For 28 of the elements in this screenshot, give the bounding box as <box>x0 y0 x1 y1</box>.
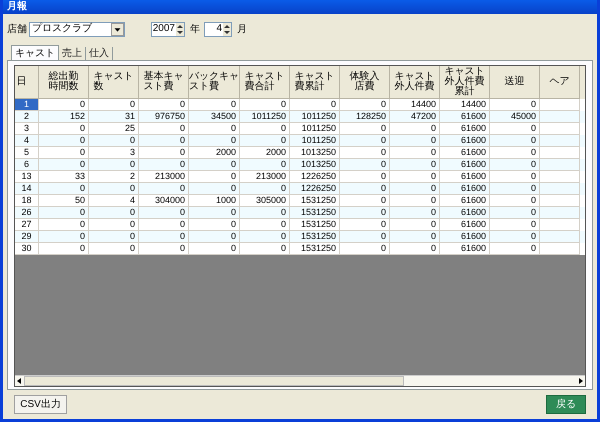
spin-arrows-icon <box>176 22 184 36</box>
horizontal-scrollbar[interactable] <box>15 375 585 386</box>
month-spinner[interactable]: 4 <box>204 22 232 36</box>
month-unit: 月 <box>237 22 247 36</box>
table-cell <box>540 243 580 255</box>
year-unit: 年 <box>190 22 200 36</box>
table-cell: 0 <box>39 243 89 255</box>
store-label: 店舗 <box>7 22 27 36</box>
table-cell: 0 <box>390 243 440 255</box>
table-cell: 0 <box>490 243 540 255</box>
table-cell: 0 <box>340 243 390 255</box>
table-cell: 61600 <box>440 243 490 255</box>
store-dropdown[interactable]: プロスクラブ <box>29 22 125 36</box>
back-button[interactable]: 戻る <box>546 395 586 414</box>
table-cell: 0 <box>240 243 290 255</box>
day-cell[interactable]: 1 <box>15 99 39 111</box>
year-spinner[interactable]: 2007 <box>151 22 185 36</box>
table-cell: 0 <box>139 243 189 255</box>
csv-export-button[interactable]: CSV出力 <box>14 395 67 414</box>
table-cell: 0 <box>89 243 139 255</box>
table-cell: 1531250 <box>290 243 340 255</box>
scrollbar-thumb[interactable] <box>24 376 404 386</box>
scroll-right-icon[interactable] <box>576 376 585 386</box>
day-cell[interactable]: 30 <box>15 243 39 255</box>
spin-arrows-icon <box>223 22 231 36</box>
tab[interactable]: キャスト <box>11 45 59 61</box>
window-title: 月報 <box>7 2 27 12</box>
table-cell: 0 <box>189 243 240 255</box>
